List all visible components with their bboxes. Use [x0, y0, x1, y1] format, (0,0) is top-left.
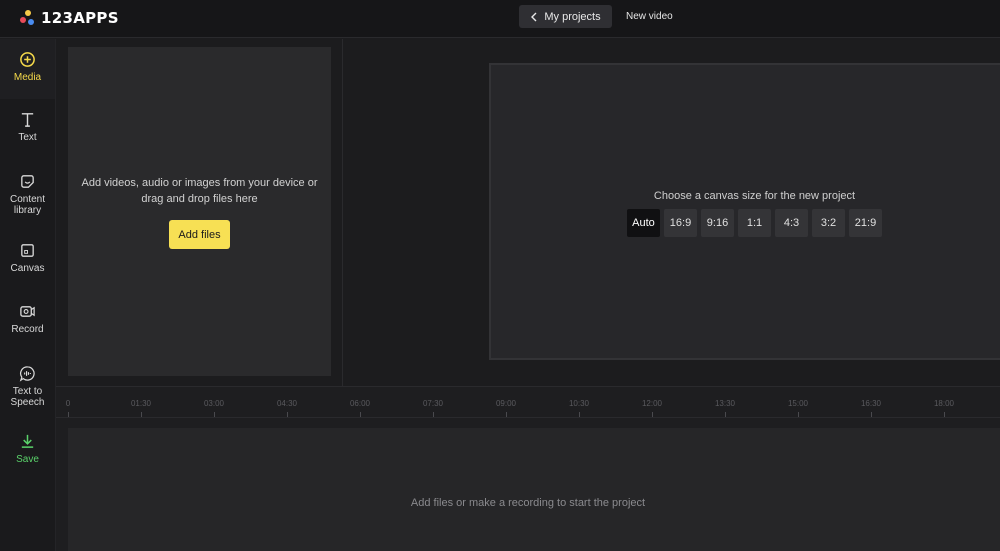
timeline-tick-mark [68, 412, 69, 417]
canvas-size-options: Auto 16:9 9:16 1:1 4:3 3:2 21:9 [627, 209, 882, 237]
timeline-tick-label: 01:30 [130, 399, 152, 408]
timeline-tick-label: 07:30 [422, 399, 444, 408]
timeline-tick-mark [798, 412, 799, 417]
sidebar-item-label: Record [11, 324, 44, 335]
timeline-tick-label: 16:30 [860, 399, 882, 408]
app-logo[interactable]: 123APPS [20, 9, 119, 27]
sidebar-item-text-to-speech[interactable]: Text to Speech [0, 365, 55, 408]
sidebar-item-label: Media [13, 72, 42, 83]
canvas-size-16-9[interactable]: 16:9 [664, 209, 697, 237]
timeline-tick-mark [871, 412, 872, 417]
canvas-size-9-16[interactable]: 9:16 [701, 209, 734, 237]
timeline-tick-label: 03:00 [203, 399, 225, 408]
sidebar-item-canvas[interactable]: Canvas [0, 242, 55, 274]
text-icon [21, 113, 34, 127]
sidebar-item-label: Text [18, 132, 37, 143]
canvas-icon [21, 244, 34, 257]
sidebar-item-label: Canvas [10, 263, 45, 274]
timeline-tick-mark [652, 412, 653, 417]
plus-circle-icon [20, 52, 35, 67]
sidebar-item-label: Save [16, 454, 39, 465]
timeline-tick-label: 12:00 [641, 399, 663, 408]
timeline-empty-message: Add files or make a recording to start t… [410, 497, 646, 509]
canvas-size-4-3[interactable]: 4:3 [775, 209, 808, 237]
add-files-button[interactable]: Add files [169, 220, 230, 249]
dropzone-description: Add videos, audio or images from your de… [81, 177, 318, 205]
canvas-size-auto[interactable]: Auto [627, 209, 660, 237]
timeline-tick-mark [506, 412, 507, 417]
timeline-tick-mark [287, 412, 288, 417]
canvas-size-prompt: Choose a canvas size for the new project [653, 190, 856, 202]
media-dropzone[interactable]: Add videos, audio or images from your de… [68, 47, 331, 376]
timeline-tick-mark [944, 412, 945, 417]
speech-icon [19, 366, 35, 382]
timeline-tick-mark [214, 412, 215, 417]
sidebar: Media Text Content library Canvas Record… [0, 39, 56, 551]
chevron-left-icon [531, 12, 537, 21]
project-name[interactable]: New video [626, 11, 673, 22]
sidebar-item-media[interactable]: Media [0, 39, 55, 99]
top-bar: 123APPS My projects New video [0, 0, 1000, 38]
sidebar-item-record[interactable]: Record [0, 303, 55, 335]
timeline-tick-label: 0 [65, 399, 71, 408]
sidebar-item-content-library[interactable]: Content library [0, 173, 55, 216]
timeline: 0 01:30 03:00 04:30 06:00 07:30 09:00 10:30 12:0… [56, 386, 1000, 551]
timeline-tick-mark [725, 412, 726, 417]
sidebar-item-text[interactable]: Text [0, 111, 55, 143]
sidebar-item-label: Text to Speech [10, 386, 45, 408]
timeline-tick-label: 10:30 [568, 399, 590, 408]
timeline-ruler[interactable]: 0 01:30 03:00 04:30 06:00 07:30 09:00 10:30 12:0… [56, 387, 1000, 418]
canvas-size-3-2[interactable]: 3:2 [812, 209, 845, 237]
timeline-tick-label: 13:30 [714, 399, 736, 408]
logo-text: 123APPS [41, 9, 119, 27]
download-icon [21, 434, 34, 448]
timeline-tick-label: 18:00 [933, 399, 955, 408]
canvas-size-1-1[interactable]: 1:1 [738, 209, 771, 237]
canvas-size-21-9[interactable]: 21:9 [849, 209, 882, 237]
timeline-tick-label: 04:30 [276, 399, 298, 408]
sidebar-item-save[interactable]: Save [0, 433, 55, 465]
my-projects-label: My projects [544, 10, 601, 23]
record-icon [20, 306, 35, 317]
timeline-tick-mark [141, 412, 142, 417]
timeline-tick-mark [360, 412, 361, 417]
canvas-preview: Choose a canvas size for the new project… [489, 63, 1000, 360]
timeline-tick-label: 06:00 [349, 399, 371, 408]
timeline-tick-label: 09:00 [495, 399, 517, 408]
timeline-tick-mark [579, 412, 580, 417]
panel-divider [342, 39, 343, 386]
timeline-tick-mark [433, 412, 434, 417]
timeline-track[interactable]: Add files or make a recording to start t… [68, 428, 1000, 551]
sidebar-item-label: Content library [9, 194, 46, 216]
timeline-tick-label: 15:00 [787, 399, 809, 408]
sticker-icon [21, 175, 34, 188]
my-projects-button[interactable]: My projects [519, 5, 612, 28]
logo-icon [20, 10, 36, 26]
